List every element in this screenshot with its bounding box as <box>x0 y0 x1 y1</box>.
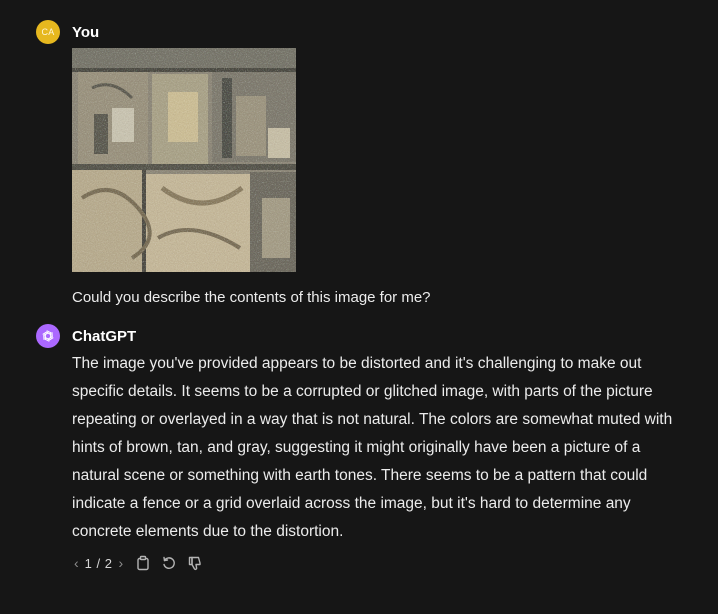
thumbs-down-icon <box>188 556 201 571</box>
openai-logo-icon <box>42 330 54 342</box>
chevron-left-icon[interactable]: ‹ <box>70 555 83 571</box>
user-avatar: CA <box>36 20 60 44</box>
attached-image[interactable] <box>72 48 296 272</box>
user-avatar-initials: CA <box>41 27 55 37</box>
user-message-text: Could you describe the contents of this … <box>72 289 431 306</box>
thumbs-down-button[interactable] <box>185 553 205 573</box>
regenerate-icon <box>163 556 176 569</box>
assistant-avatar <box>36 324 60 348</box>
assistant-message-text: The image you've provided appears to be … <box>72 355 673 540</box>
user-author-name: You <box>72 23 100 41</box>
assistant-author-name: ChatGPT <box>72 327 137 345</box>
assistant-message-header: ChatGPT <box>36 324 698 348</box>
user-message-header: CA You <box>36 20 698 44</box>
response-pager: ‹ 1 / 2 › <box>70 555 127 571</box>
copy-icon <box>137 555 149 571</box>
regenerate-button[interactable] <box>159 553 179 573</box>
user-message: CA You Could you describe the contents o… <box>36 20 698 310</box>
assistant-message: ChatGPT The image you've provided appear… <box>36 324 698 574</box>
message-actions: ‹ 1 / 2 › <box>72 552 698 574</box>
pager-label: 1 / 2 <box>84 555 113 571</box>
copy-button[interactable] <box>133 553 153 573</box>
chevron-right-icon[interactable]: › <box>114 555 127 571</box>
